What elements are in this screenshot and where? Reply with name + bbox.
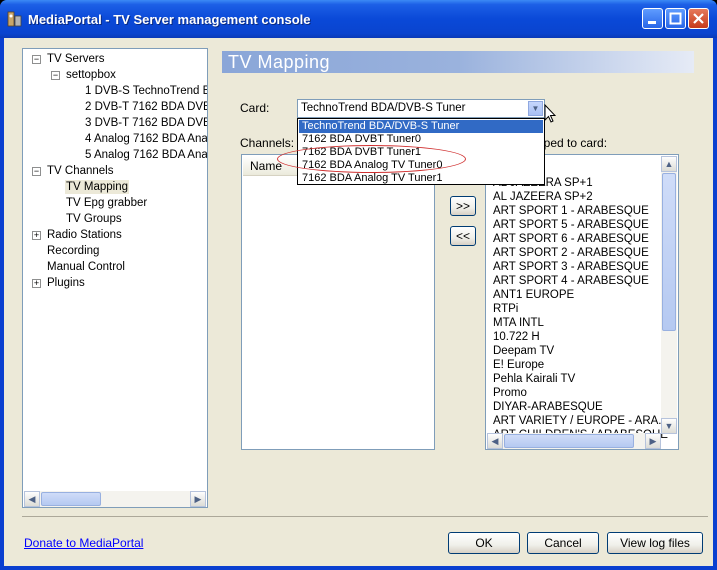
mapped-channel-item[interactable]: 10.722 H [493, 330, 540, 344]
view-log-files-button[interactable]: View log files [607, 532, 703, 554]
tree-horizontal-scrollbar[interactable]: ◀ ▶ [24, 491, 206, 507]
page-header: TV Mapping [222, 51, 694, 73]
mapped-label: pped to card: [537, 136, 608, 150]
collapse-icon[interactable]: − [51, 71, 60, 80]
mapped-channel-item[interactable]: ANT1 EUROPE [493, 288, 574, 302]
scroll-left-icon[interactable]: ◀ [24, 491, 40, 507]
tree-item-tv-epg-grabber[interactable]: TV Epg grabber [66, 196, 147, 210]
channels-label: Channels: [240, 136, 295, 150]
mapped-channel-item[interactable]: RTPi [493, 302, 518, 316]
card-select-value: TechnoTrend BDA/DVB-S Tuner [301, 102, 466, 114]
navigation-tree[interactable]: − TV Servers − settopbox 1 DVB-S TechnoT… [22, 48, 208, 508]
tree-item-plugins[interactable]: Plugins [47, 276, 85, 290]
main-window: MediaPortal - TV Server management conso… [0, 0, 717, 570]
tree-item-card-2[interactable]: 2 DVB-T 7162 BDA DVB [85, 100, 207, 114]
tree-item-tv-servers[interactable]: TV Servers [47, 52, 105, 66]
maximize-button[interactable] [665, 8, 686, 29]
mapped-channel-item[interactable]: Promo [493, 386, 527, 400]
scroll-up-icon[interactable]: ▲ [661, 156, 677, 172]
tree-item-card-3[interactable]: 3 DVB-T 7162 BDA DVB [85, 116, 207, 130]
minimize-button[interactable] [642, 8, 663, 29]
mapped-channel-item[interactable]: ART SPORT 1 - ARABESQUE [493, 204, 649, 218]
tree-item-recording[interactable]: Recording [47, 244, 99, 258]
mapped-channel-item[interactable]: ART SPORT 5 - ARABESQUE [493, 218, 649, 232]
tree-item-card-5[interactable]: 5 Analog 7162 BDA Anal [85, 148, 207, 162]
scroll-thumb[interactable] [504, 434, 634, 448]
scroll-right-icon[interactable]: ▶ [190, 491, 206, 507]
title-bar[interactable]: MediaPortal - TV Server management conso… [0, 0, 717, 38]
scroll-left-icon[interactable]: ◀ [487, 433, 503, 449]
mapped-channel-item[interactable]: Pehla Kairali TV [493, 372, 575, 386]
card-option[interactable]: 7162 BDA DVBT Tuner0 [299, 133, 543, 146]
scroll-right-icon[interactable]: ▶ [645, 433, 661, 449]
tree-item-radio-stations[interactable]: Radio Stations [47, 228, 122, 242]
mapped-vertical-scrollbar[interactable]: ▲ ▼ [661, 156, 677, 434]
tree-item-manual-control[interactable]: Manual Control [47, 260, 125, 274]
window-title: MediaPortal - TV Server management conso… [28, 12, 311, 27]
tree-item-tv-mapping[interactable]: TV Mapping [65, 180, 130, 194]
tree-item-card-1[interactable]: 1 DVB-S TechnoTrend B [85, 84, 207, 98]
mouse-cursor-icon [544, 104, 556, 123]
card-option[interactable]: 7162 BDA Analog TV Tuner1 [299, 172, 543, 185]
mapped-channel-item[interactable]: ART SPORT 6 - ARABESQUE [493, 232, 649, 246]
channels-list[interactable]: Name [241, 154, 435, 450]
card-option[interactable]: TechnoTrend BDA/DVB-S Tuner [299, 120, 543, 133]
card-select[interactable]: TechnoTrend BDA/DVB-S Tuner ▼ [297, 99, 545, 118]
scroll-thumb[interactable] [662, 173, 676, 331]
tree-item-tv-channels[interactable]: TV Channels [47, 164, 113, 178]
mapped-channel-item[interactable]: ART VARIETY / EUROPE - ARA... [493, 414, 668, 428]
client-area: − TV Servers − settopbox 1 DVB-S TechnoT… [4, 38, 713, 566]
scroll-down-icon[interactable]: ▼ [661, 418, 677, 434]
mapped-horizontal-scrollbar[interactable]: ◀ ▶ [487, 433, 661, 449]
close-button[interactable] [688, 8, 709, 29]
expand-icon[interactable]: + [32, 279, 41, 288]
tree-item-card-4[interactable]: 4 Analog 7162 BDA Anal [85, 132, 207, 146]
tree-item-tv-groups[interactable]: TV Groups [66, 212, 122, 226]
mapped-channels-list[interactable]: AL JAZEERA SP+1AL JAZEERA SP+2ART SPORT … [485, 154, 679, 450]
card-label: Card: [240, 101, 270, 115]
scroll-thumb[interactable] [41, 492, 101, 506]
mapped-channel-item[interactable]: MTA INTL [493, 316, 544, 330]
cancel-button[interactable]: Cancel [527, 532, 599, 554]
donate-link[interactable]: Donate to MediaPortal [24, 536, 143, 550]
remove-from-card-button[interactable]: << [450, 226, 476, 246]
minimize-icon [648, 21, 656, 24]
close-icon [693, 13, 704, 24]
mediaportal-app-icon[interactable] [7, 10, 23, 28]
chevron-down-icon[interactable]: ▼ [528, 101, 543, 116]
collapse-icon[interactable]: − [32, 167, 41, 176]
mapped-channel-item[interactable]: ART SPORT 2 - ARABESQUE [493, 246, 649, 260]
tree-item-settopbox[interactable]: settopbox [66, 68, 116, 82]
mapped-channel-item[interactable]: DIYAR-ARABESQUE [493, 400, 603, 414]
ok-button[interactable]: OK [448, 532, 520, 554]
maximize-icon [669, 12, 682, 25]
mapped-channel-item[interactable]: AL JAZEERA SP+2 [493, 190, 593, 204]
expand-icon[interactable]: + [32, 231, 41, 240]
mapped-channel-item[interactable]: E! Europe [493, 358, 544, 372]
footer-divider [22, 516, 708, 517]
add-to-card-button[interactable]: >> [450, 196, 476, 216]
page-title: TV Mapping [228, 52, 331, 72]
mapped-channel-item[interactable]: ART SPORT 4 - ARABESQUE [493, 274, 649, 288]
collapse-icon[interactable]: − [32, 55, 41, 64]
mapped-channel-item[interactable]: ART SPORT 3 - ARABESQUE [493, 260, 649, 274]
highlight-annotation [277, 145, 466, 173]
mapped-channel-item[interactable]: Deepam TV [493, 344, 554, 358]
